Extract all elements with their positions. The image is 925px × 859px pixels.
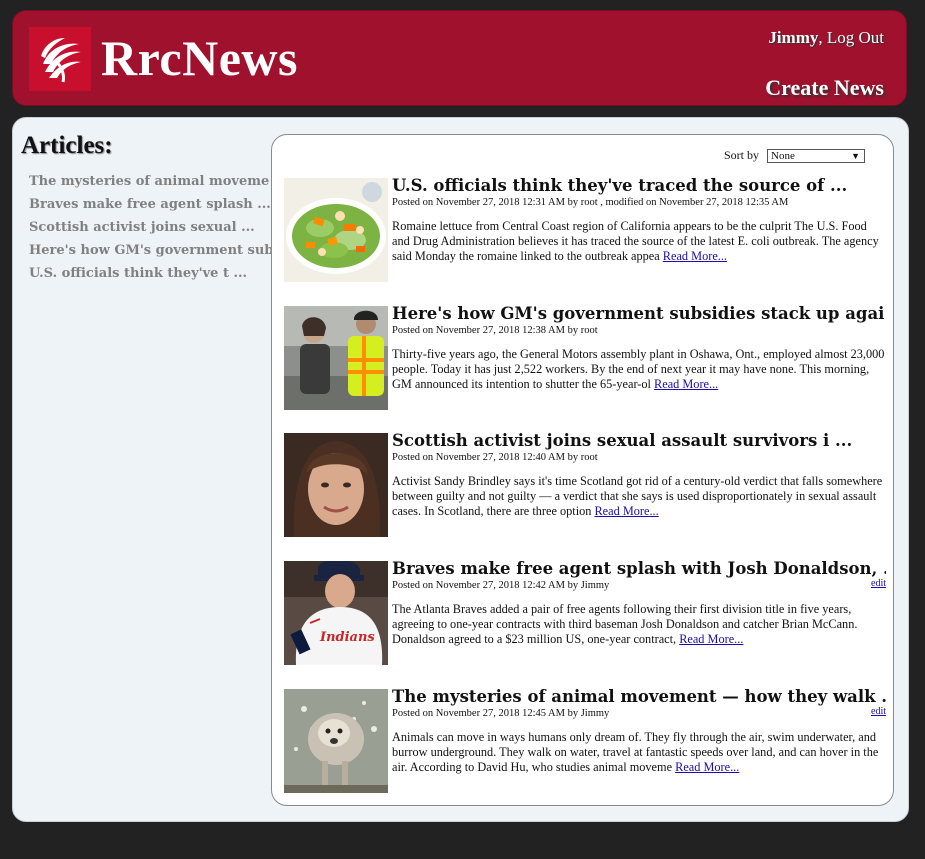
sidebar-item[interactable]: Scottish activist joins sexual ... [29, 216, 274, 239]
baseball-photo[interactable]: Indians [284, 561, 388, 665]
article-excerpt: Thirty-five years ago, the General Motor… [392, 347, 886, 392]
article-meta: Posted on November 27, 2018 12:45 AM by … [392, 708, 610, 719]
article-meta: Posted on November 27, 2018 12:31 AM by … [392, 197, 789, 208]
article-excerpt: Activist Sandy Brindley says it's time S… [392, 474, 886, 519]
article-meta: Posted on November 27, 2018 12:38 AM by … [392, 325, 598, 336]
read-more-link[interactable]: Read More... [675, 760, 739, 774]
article-item: Scottish activist joins sexual assault s… [284, 430, 886, 538]
article-title[interactable]: Braves make free agent splash with Josh … [392, 558, 886, 580]
sort-label: Sort by [723, 148, 759, 162]
dropdown-arrow-icon: ▼ [851, 150, 860, 161]
article-meta: Posted on November 27, 2018 12:40 AM by … [392, 452, 598, 463]
sort-control: Sort by None ▼ [724, 148, 865, 163]
workers-photo[interactable] [284, 306, 388, 410]
wing-logo-icon[interactable] [29, 27, 91, 91]
content-area: Articles: The mysteries of animal moveme… [12, 117, 909, 822]
article-body: Braves make free agent splash with Josh … [392, 558, 886, 647]
sidebar-item[interactable]: U.S. officials think they've t ... [29, 262, 274, 285]
sidebar-item[interactable]: The mysteries of animal moveme ... [29, 170, 274, 193]
user-menu: Jimmy, Log Out [768, 28, 884, 48]
article-title[interactable]: U.S. officials think they've traced the … [392, 175, 886, 197]
article-body: Here's how GM's government subsidies sta… [392, 303, 886, 392]
article-excerpt-text: Animals can move in ways humans only dre… [392, 730, 879, 774]
article-excerpt: The Atlanta Braves added a pair of free … [392, 602, 886, 647]
read-more-link[interactable]: Read More... [663, 249, 727, 263]
sort-selected-value: None [771, 149, 795, 162]
article-excerpt: Animals can move in ways humans only dre… [392, 730, 886, 775]
salad-photo[interactable] [284, 178, 388, 282]
article-item: Here's how GM's government subsidies sta… [284, 303, 886, 411]
article-excerpt: Romaine lettuce from Central Coast regio… [392, 219, 886, 264]
portrait-photo[interactable] [284, 433, 388, 537]
username[interactable]: Jimmy [768, 28, 818, 47]
svg-text:Indians: Indians [319, 630, 375, 645]
read-more-link[interactable]: Read More... [654, 377, 718, 391]
article-title[interactable]: Scottish activist joins sexual assault s… [392, 430, 886, 452]
article-title[interactable]: Here's how GM's government subsidies sta… [392, 303, 886, 325]
sidebar-item[interactable]: Here's how GM's government sub [29, 239, 274, 262]
site-brand[interactable]: RrcNews [101, 27, 298, 89]
article-meta: Posted on November 27, 2018 12:42 AM by … [392, 580, 610, 591]
sidebar-title: Articles: [21, 132, 113, 159]
logout-link[interactable]: Log Out [823, 28, 884, 47]
article-excerpt-text: The Atlanta Braves added a pair of free … [392, 602, 858, 646]
edit-link[interactable]: edit [871, 706, 886, 717]
article-item: The mysteries of animal movement — how t… [284, 686, 886, 794]
sidebar-item[interactable]: Braves make free agent splash ... [29, 193, 274, 216]
read-more-link[interactable]: Read More... [594, 504, 658, 518]
article-body: Scottish activist joins sexual assault s… [392, 430, 886, 519]
sort-select[interactable]: None ▼ [767, 148, 865, 163]
article-title[interactable]: The mysteries of animal movement — how t… [392, 686, 886, 708]
edit-link[interactable]: edit [871, 578, 886, 589]
articles-panel: Sort by None ▼ U.S. officials think they… [271, 134, 894, 806]
article-body: The mysteries of animal movement — how t… [392, 686, 886, 775]
dog-photo[interactable] [284, 689, 388, 793]
article-body: U.S. officials think they've traced the … [392, 175, 886, 264]
article-excerpt-text: Thirty-five years ago, the General Motor… [392, 347, 885, 391]
sidebar-article-list: The mysteries of animal moveme ... Brave… [13, 170, 274, 285]
read-more-link[interactable]: Read More... [679, 632, 743, 646]
article-item: U.S. officials think they've traced the … [284, 175, 886, 283]
site-header: RrcNews Jimmy, Log Out Create News [12, 10, 907, 106]
article-item: Indians Braves make free agent splash wi… [284, 558, 886, 666]
article-excerpt-text: Romaine lettuce from Central Coast regio… [392, 219, 879, 263]
create-news-link[interactable]: Create News [765, 75, 884, 101]
